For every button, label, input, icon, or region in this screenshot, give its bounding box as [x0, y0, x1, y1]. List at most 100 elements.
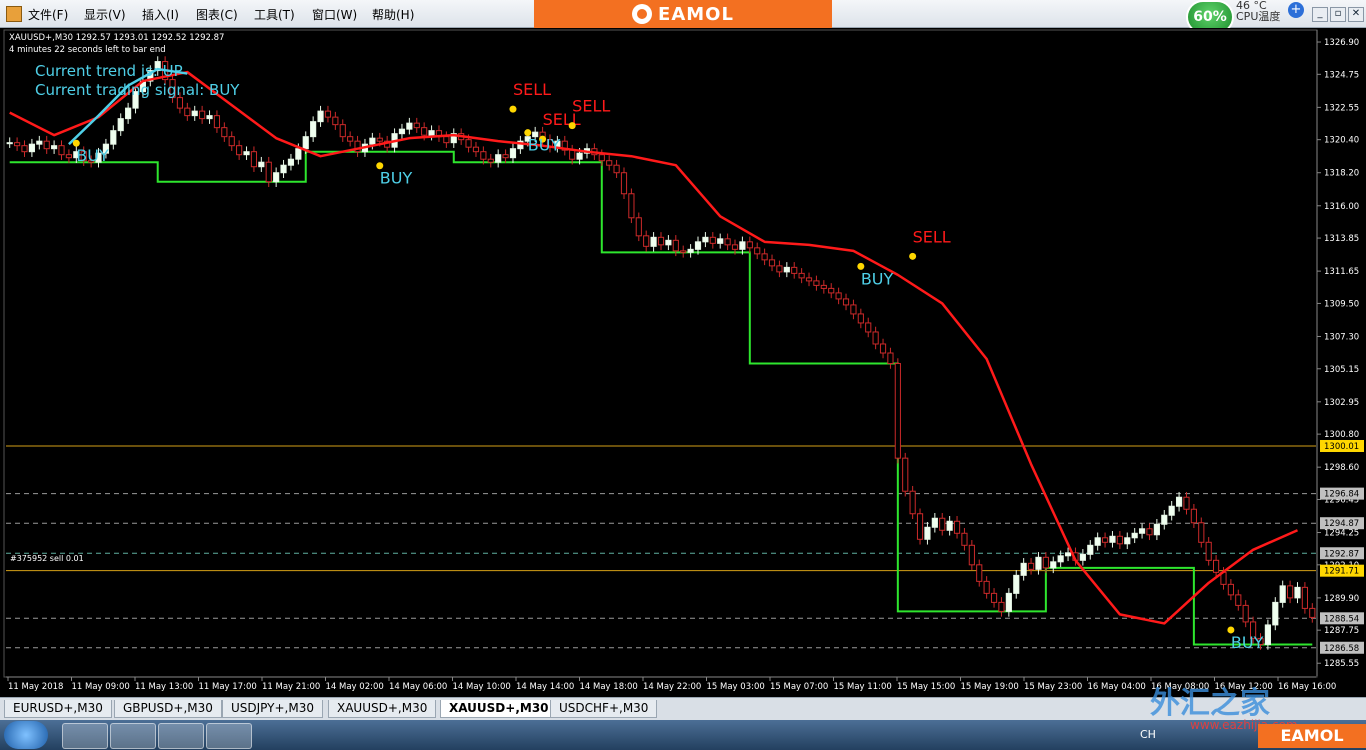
candle-body — [58, 145, 65, 156]
menu-tools[interactable]: 工具(T) — [254, 6, 295, 23]
candle-body — [332, 116, 339, 126]
candle-body — [687, 248, 694, 253]
candle-body — [1094, 537, 1101, 546]
y-tick-label: 1307.30 — [1324, 332, 1359, 342]
y-tick-label: 1289.90 — [1324, 594, 1359, 604]
y-tick-label: 1318.20 — [1324, 169, 1359, 179]
signal-label: SELL — [513, 80, 551, 99]
tab-usdjpy[interactable]: USDJPY+,M30 — [222, 700, 323, 718]
candle-body — [709, 236, 716, 244]
candle-body — [1101, 537, 1109, 543]
candle-body — [916, 513, 924, 540]
candle-body — [850, 304, 857, 315]
start-button[interactable] — [4, 721, 48, 749]
candle-body — [1264, 624, 1271, 645]
candle-body — [1064, 552, 1072, 557]
candle-body — [791, 266, 798, 274]
candle-body — [805, 277, 813, 282]
minimize-button[interactable]: _ — [1312, 7, 1328, 22]
candle-body — [739, 241, 746, 250]
tab-eurusd[interactable]: EURUSD+,M30 — [4, 700, 112, 718]
candle-body — [487, 158, 494, 163]
tab-gbpusd[interactable]: GBPUSD+,M30 — [114, 700, 222, 718]
candle-body — [761, 253, 768, 261]
eamol-banner[interactable]: EAMOL — [534, 0, 832, 28]
candle-body — [480, 151, 487, 160]
candle-body — [717, 238, 724, 244]
candle-body — [21, 145, 28, 153]
candle-body — [946, 520, 953, 531]
candle-body — [36, 140, 43, 145]
candle-body — [620, 172, 628, 195]
candle-body — [842, 298, 850, 306]
menu-insert[interactable]: 插入(I) — [142, 6, 179, 23]
cpu-temp-widget: 46 °C CPU温度 — [1236, 0, 1280, 22]
candle-body — [28, 143, 35, 153]
candle-body — [635, 217, 642, 237]
taskbar-browser-button[interactable] — [62, 723, 108, 749]
menu-view[interactable]: 显示(V) — [84, 6, 126, 23]
eamol-tray-logo: EAMOL — [1258, 724, 1366, 748]
candle-body — [902, 457, 909, 492]
candle-body — [443, 136, 450, 144]
tab-usdchf[interactable]: USDCHF+,M30 — [550, 700, 658, 718]
x-tick-label: 11 May 09:00 — [72, 682, 130, 692]
candle-body — [1205, 541, 1212, 561]
signal-label: BUY — [380, 169, 413, 188]
x-tick-label: 15 May 15:00 — [897, 682, 955, 692]
menu-charts[interactable]: 图表(C) — [196, 6, 238, 23]
candle-body — [6, 142, 13, 145]
tray-language[interactable]: CH — [1140, 728, 1156, 741]
bar-countdown-text: 4 minutes 22 seconds left to bar end — [9, 45, 166, 55]
signal-label: BUY — [861, 269, 894, 288]
candle-body — [324, 110, 332, 118]
watermark-text: 外汇之家 — [1150, 686, 1270, 721]
candle-body — [820, 284, 827, 289]
restore-button[interactable]: ▫ — [1330, 7, 1346, 22]
plus-icon[interactable]: + — [1288, 2, 1304, 18]
candle-body — [1057, 555, 1064, 563]
taskbar-folder-button[interactable] — [158, 723, 204, 749]
taskbar-metatrader-button[interactable] — [206, 723, 252, 749]
y-tick-label: 1316.00 — [1324, 202, 1359, 212]
candle-body — [1131, 532, 1138, 539]
candle-body — [1272, 601, 1279, 626]
candle-body — [857, 313, 864, 324]
menu-file[interactable]: 文件(F) — [28, 6, 68, 23]
menu-help[interactable]: 帮助(H) — [372, 6, 414, 23]
candle-body — [746, 241, 753, 249]
taskbar-app-button[interactable] — [110, 723, 156, 749]
candle-body — [569, 149, 576, 160]
candle-body — [110, 130, 117, 145]
candle-body — [783, 266, 790, 273]
candle-body — [1079, 553, 1086, 561]
candle-body — [369, 137, 376, 145]
candle-body — [1301, 586, 1308, 609]
candle-body — [872, 331, 879, 345]
price-chart[interactable]: BUYBUYSELLSELLSELLBUYSELLBUYBUYSELL 1326… — [0, 28, 1366, 694]
price-tag-label: 1286.58 — [1324, 644, 1359, 654]
candle-body — [1035, 556, 1042, 570]
x-tick-label: 14 May 06:00 — [389, 682, 447, 692]
candle-body — [228, 136, 235, 147]
signal-label: BUY — [76, 146, 109, 165]
tab-xauusd-2[interactable]: XAUUSD+,M30 — [440, 700, 558, 718]
candle-body — [1287, 585, 1294, 599]
candle-body — [509, 148, 517, 159]
candle-body — [1013, 574, 1020, 594]
close-button[interactable]: ✕ — [1348, 7, 1364, 22]
tab-xauusd-1[interactable]: XAUUSD+,M30 — [328, 700, 437, 718]
candle-body — [1050, 561, 1057, 569]
candle-body — [1183, 496, 1190, 510]
candle-body — [184, 107, 191, 117]
menu-window[interactable]: 窗口(W) — [312, 6, 357, 23]
candle-body — [295, 148, 302, 160]
candle-body — [236, 145, 243, 156]
app-icon[interactable] — [6, 6, 22, 22]
candle-body — [939, 517, 946, 531]
candle-body — [413, 122, 420, 129]
order-label: #375952 sell 0.01 — [10, 554, 84, 563]
candle-body — [813, 280, 820, 286]
candle-body — [1279, 585, 1286, 603]
candle-body — [680, 250, 687, 253]
